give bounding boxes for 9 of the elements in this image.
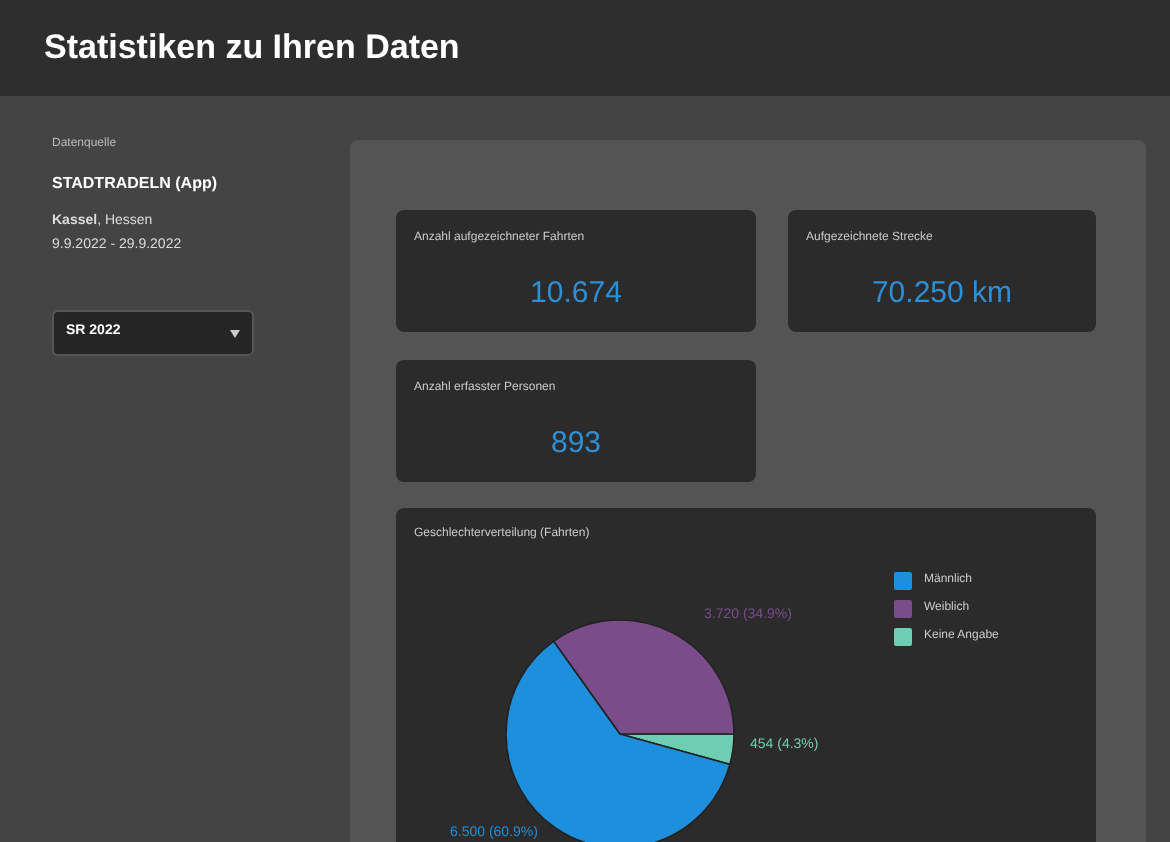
legend-swatch bbox=[894, 628, 912, 646]
stat-value: 893 bbox=[550, 424, 602, 464]
stat-value: 10.674 bbox=[530, 274, 622, 314]
legend-swatch bbox=[894, 600, 912, 618]
source-name: STADTRADELN (App) bbox=[52, 172, 220, 196]
page-title: Statistiken zu Ihren Daten bbox=[44, 26, 460, 71]
legend-swatch bbox=[894, 572, 912, 590]
stat-value: 70.250 km bbox=[871, 274, 1013, 314]
caret-icon bbox=[230, 329, 240, 337]
